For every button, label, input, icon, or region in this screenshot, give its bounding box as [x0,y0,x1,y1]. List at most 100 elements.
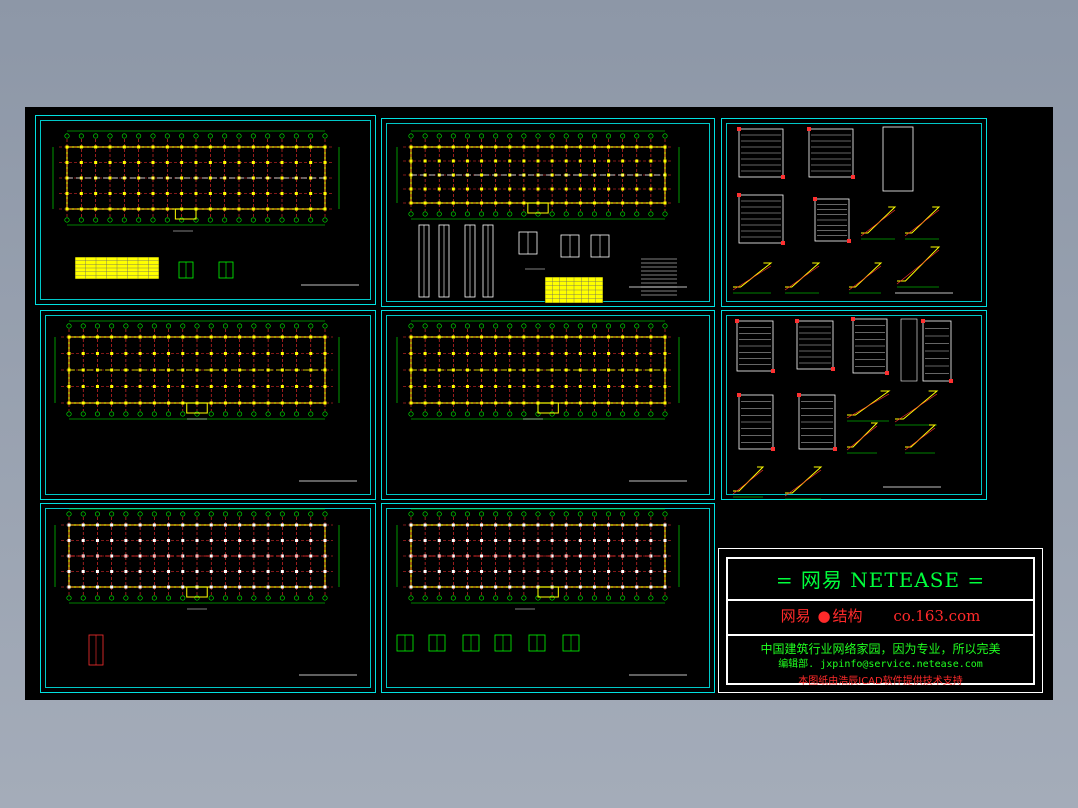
column-mark [266,352,270,355]
column-mark [124,539,128,542]
axis-bubble [80,595,86,601]
column-mark [266,523,270,527]
column-mark [81,385,85,388]
axis-bubble [179,217,185,223]
column-mark [564,585,568,589]
column-mark [550,385,554,388]
stair-column [737,127,741,131]
stair-section [849,262,883,288]
stamp-site-link[interactable]: co.163.com [893,607,980,625]
axis-bubble [408,211,414,217]
column-mark [252,401,256,405]
column-mark [323,585,327,589]
column-mark [621,523,625,527]
column-mark [663,187,667,191]
column-mark [81,401,85,405]
axis-bubble [308,411,314,417]
axis-bubble [64,133,70,139]
column-mark [323,385,327,388]
stair-column [771,447,775,451]
column-mark [208,207,212,211]
axis-bubble [577,595,583,601]
column-mark [592,385,596,388]
stair-rebar [904,209,940,237]
column-mark [323,207,327,211]
column-mark [180,161,184,164]
column-mark [635,187,639,191]
column-mark [152,335,156,339]
axis-bubble [137,511,143,517]
column-mark [266,401,270,405]
column-mark [522,570,526,573]
column-mark [451,335,455,339]
axis-bubble [662,211,668,217]
column-mark [480,401,484,405]
column-mark [550,570,554,573]
axis-bubble [577,323,583,329]
column-mark [110,585,114,589]
column-mark [621,187,625,191]
column-mark [663,585,667,589]
column-mark [237,207,241,211]
column-mark [494,145,498,149]
column-mark [209,368,213,372]
column-mark [437,145,441,149]
column-mark [280,352,284,355]
axis-bubble [464,323,470,329]
axis-bubble [265,133,271,139]
axis-bubble [151,511,157,517]
stair-notch [537,402,559,414]
column-mark [592,585,596,589]
column-mark [194,145,198,149]
axis-bubble [577,411,583,417]
column-mark [649,523,653,527]
column-mark [423,385,427,388]
stair-rebar [848,265,882,291]
column-mark [522,539,526,542]
axis-bubble [66,511,72,517]
column-mark [550,539,554,542]
column-mark [152,385,156,388]
column-mark [423,352,427,355]
axis-bubble [222,511,228,517]
column-mark [266,145,270,149]
column-mark [578,523,582,527]
axis-bubble [207,217,213,223]
axis-bubble [136,217,142,223]
column-mark [621,385,625,388]
stair-column [813,197,817,201]
axis-bubble [648,133,654,139]
column-mark [151,145,155,149]
axis-bubble [436,211,442,217]
column-mark [266,161,270,164]
axis-bubble [293,217,299,223]
column-mark [252,523,256,527]
column-mark [94,161,98,164]
column-mark [237,161,241,164]
axis-bubble [549,211,555,217]
axis-bubble [620,411,626,417]
axis-bubble [94,595,100,601]
column-mark [663,145,667,149]
axis-bubble [93,133,99,139]
column-mark [494,335,498,339]
column-mark [194,161,198,164]
column-mark [607,539,611,542]
axis-bubble [648,323,654,329]
axis-bubble [251,511,257,517]
column-mark [564,385,568,388]
column-mark [95,585,99,589]
cad-drawing-viewport[interactable]: = 网易 NETEASE = 网易 ● 结构 co.163.com 中国建筑行业网… [25,107,1053,700]
stair-elevation [900,318,918,382]
column-mark [592,539,596,542]
stair-section [785,466,823,494]
column-mark [124,585,128,589]
axis-bubble [107,217,113,223]
stamp-editor-email[interactable]: jxpinfo@service.netease.com [820,659,983,670]
column-mark [266,192,270,195]
stair-column [795,319,799,323]
column-mark [409,145,413,149]
column-mark [238,570,242,573]
axis-bubble [493,511,499,517]
column-mark [223,145,227,149]
